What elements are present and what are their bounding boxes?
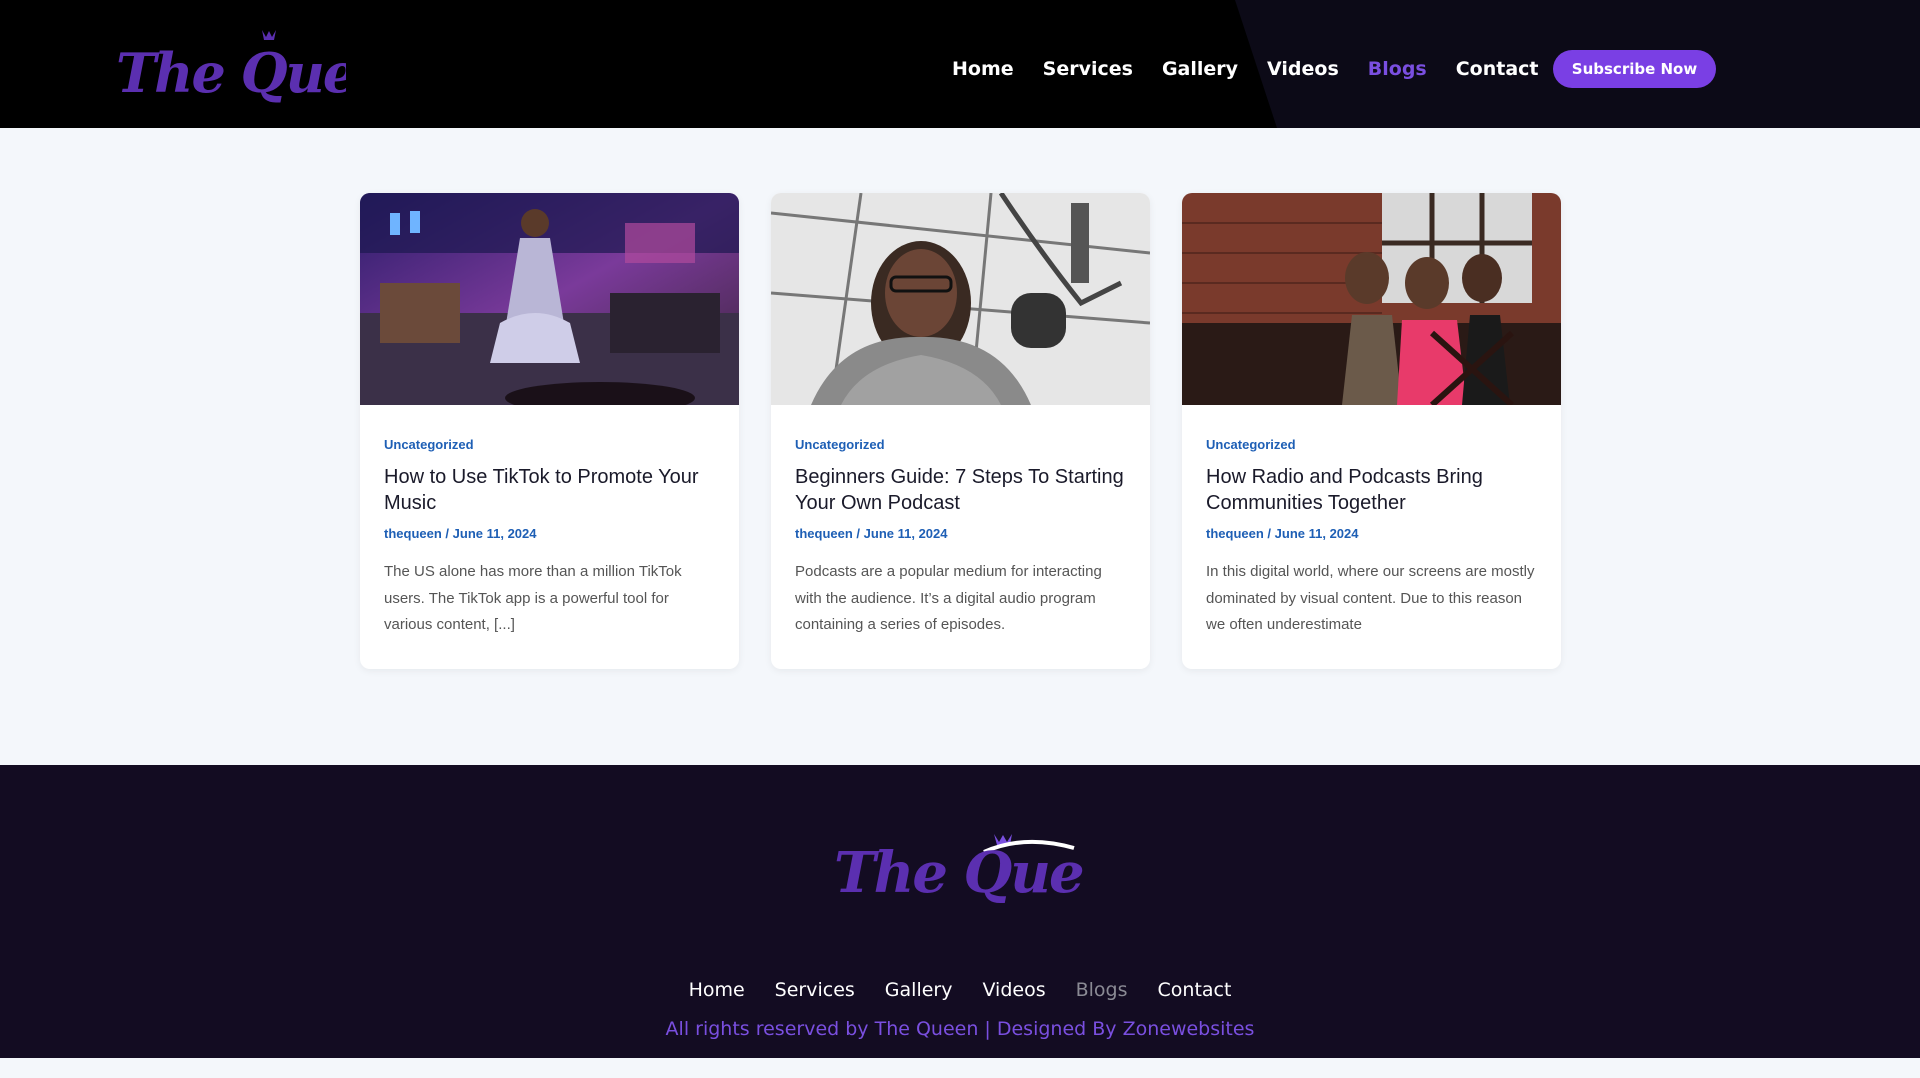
nav-services[interactable]: Services bbox=[1043, 52, 1133, 86]
post-author[interactable]: thequeen bbox=[384, 526, 442, 541]
performer-on-stage-photo[interactable] bbox=[360, 193, 739, 405]
blog-card[interactable]: Uncategorized Beginners Guide: 7 Steps T… bbox=[771, 193, 1150, 669]
meta-separator: / bbox=[856, 526, 864, 541]
post-title[interactable]: Beginners Guide: 7 Steps To Starting You… bbox=[795, 464, 1126, 516]
post-excerpt: In this digital world, where our screens… bbox=[1206, 563, 1535, 633]
subscribe-button[interactable]: Subscribe Now bbox=[1553, 50, 1716, 88]
footer-nav-contact[interactable]: Contact bbox=[1158, 979, 1232, 1001]
woman-at-microphone-photo[interactable] bbox=[771, 193, 1150, 405]
nav-contact[interactable]: Contact bbox=[1456, 52, 1539, 86]
logo-text: The Queen bbox=[116, 41, 346, 105]
main-nav: Home Services Gallery Videos Blogs Conta… bbox=[952, 52, 1568, 86]
nav-home[interactable]: Home bbox=[952, 52, 1014, 86]
post-excerpt: The US alone has more than a million Tik… bbox=[384, 563, 682, 633]
site-header: The Queen Home Services Gallery Videos B… bbox=[0, 0, 1920, 128]
post-author[interactable]: thequeen bbox=[795, 526, 853, 541]
post-meta: thequeen / June 11, 2024 bbox=[384, 526, 715, 541]
footer-logo-text: The Queen bbox=[834, 840, 1084, 906]
post-meta: thequeen / June 11, 2024 bbox=[795, 526, 1126, 541]
post-title[interactable]: How to Use TikTok to Promote Your Music bbox=[384, 464, 715, 516]
footer-nav-videos[interactable]: Videos bbox=[982, 979, 1045, 1001]
blog-card[interactable]: Uncategorized How Radio and Podcasts Bri… bbox=[1182, 193, 1561, 669]
copyright-text: All rights reserved by The Queen | Desig… bbox=[665, 1018, 1255, 1040]
footer-nav-gallery[interactable]: Gallery bbox=[885, 979, 953, 1001]
group-at-dinner-table-photo[interactable] bbox=[1182, 193, 1561, 405]
nav-blogs[interactable]: Blogs bbox=[1368, 52, 1427, 86]
footer-nav: Home Services Gallery Videos Blogs Conta… bbox=[0, 979, 1920, 1001]
nav-gallery[interactable]: Gallery bbox=[1162, 52, 1238, 86]
footer-nav-blogs[interactable]: Blogs bbox=[1076, 979, 1128, 1001]
footer-nav-services[interactable]: Services bbox=[775, 979, 855, 1001]
post-meta: thequeen / June 11, 2024 bbox=[1206, 526, 1537, 541]
post-excerpt: Podcasts are a popular medium for intera… bbox=[795, 563, 1102, 633]
site-footer: The Queen Home Services Gallery Videos B… bbox=[0, 765, 1920, 1058]
page-bottom-strip bbox=[0, 1058, 1920, 1078]
post-author[interactable]: thequeen bbox=[1206, 526, 1264, 541]
blog-card[interactable]: Uncategorized How to Use TikTok to Promo… bbox=[360, 193, 739, 669]
post-date[interactable]: June 11, 2024 bbox=[1275, 526, 1359, 541]
post-category[interactable]: Uncategorized bbox=[795, 437, 1126, 452]
nav-videos[interactable]: Videos bbox=[1267, 52, 1339, 86]
footer-nav-home[interactable]: Home bbox=[689, 979, 745, 1001]
post-title[interactable]: How Radio and Podcasts Bring Communities… bbox=[1206, 464, 1537, 516]
meta-separator: / bbox=[445, 526, 453, 541]
footer-logo[interactable]: The Queen bbox=[834, 824, 1084, 914]
post-date[interactable]: June 11, 2024 bbox=[864, 526, 948, 541]
blog-post-list: Uncategorized How to Use TikTok to Promo… bbox=[360, 193, 1561, 669]
site-logo[interactable]: The Queen bbox=[116, 26, 346, 112]
post-category[interactable]: Uncategorized bbox=[384, 437, 715, 452]
meta-separator: / bbox=[1267, 526, 1275, 541]
post-category[interactable]: Uncategorized bbox=[1206, 437, 1537, 452]
post-date[interactable]: June 11, 2024 bbox=[453, 526, 537, 541]
